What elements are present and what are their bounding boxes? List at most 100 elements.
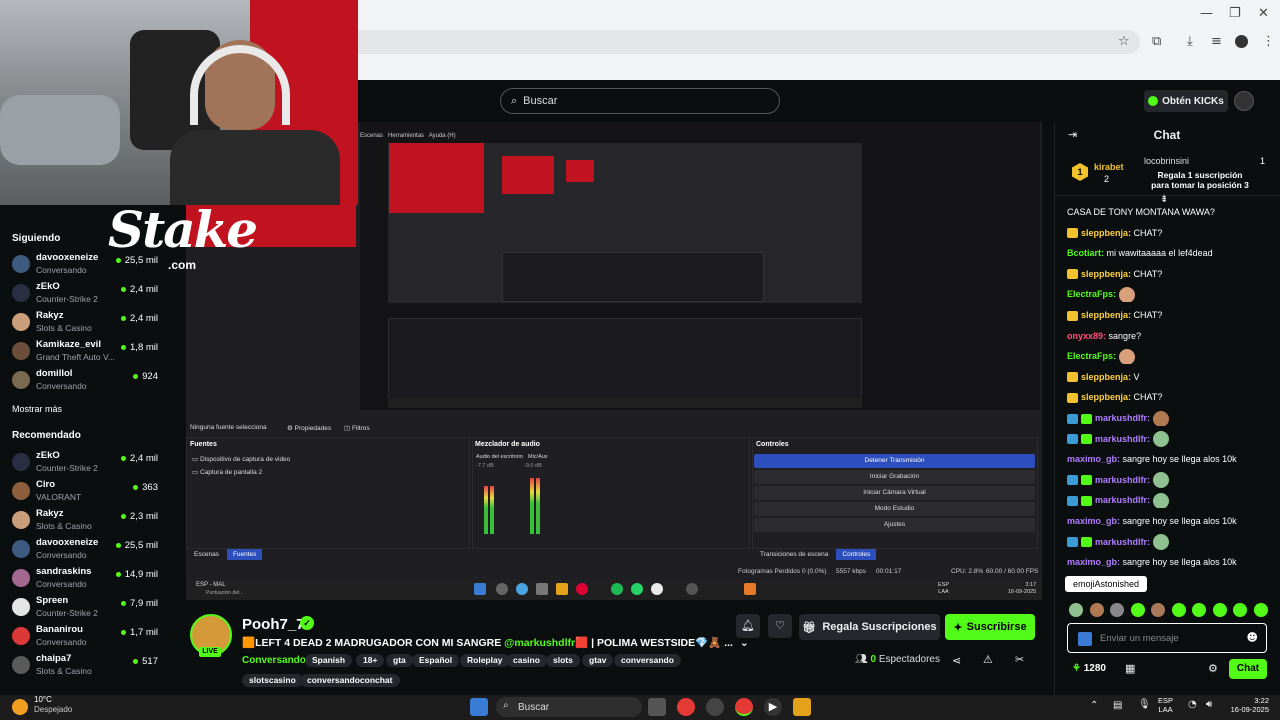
playlist-icon[interactable]: ≡: [1211, 34, 1222, 49]
gift-subs-button[interactable]: 🎁︎ Regala Suscripciones: [799, 614, 940, 640]
tab-transitions[interactable]: Transiciones de escena: [754, 549, 834, 560]
search-input[interactable]: ⌕ Buscar: [500, 88, 780, 114]
maximize-icon[interactable]: ❐: [1229, 6, 1241, 21]
get-kicks-button[interactable]: Obtén KICKs: [1144, 90, 1228, 112]
media-player-icon[interactable]: ▶: [764, 698, 782, 716]
emote-picker-icon[interactable]: [1192, 603, 1206, 617]
chrome-icon[interactable]: [677, 698, 695, 716]
mic-icon[interactable]: 🎙︎: [1138, 699, 1151, 710]
emote-picker-icon[interactable]: [1110, 603, 1124, 617]
chat-username[interactable]: sleppbenja:: [1081, 228, 1131, 238]
share-icon[interactable]: ⋖: [952, 654, 961, 667]
network-icon[interactable]: ▤: [1113, 700, 1122, 711]
windows-start-icon[interactable]: [470, 698, 488, 716]
chat-username[interactable]: onyxx89:: [1067, 331, 1106, 341]
download-icon[interactable]: ⤓: [1187, 34, 1193, 49]
studio-mode-button[interactable]: Modo Estudio: [754, 502, 1035, 516]
emote-picker-icon[interactable]: [1233, 603, 1247, 617]
tab-scenes[interactable]: Escenas: [188, 549, 225, 560]
properties-button[interactable]: ⚙ Propiedades: [287, 424, 331, 432]
emote-picker-icon[interactable]: [1130, 603, 1145, 617]
leader-user-1[interactable]: kirabet: [1094, 162, 1124, 172]
leader-cta[interactable]: Regala 1 suscripción para tomar la posic…: [1150, 170, 1250, 190]
emote-picker-icon[interactable]: [1212, 603, 1227, 617]
close-icon[interactable]: ✕: [1258, 6, 1269, 21]
tab-sources[interactable]: Fuentes: [226, 549, 263, 560]
chat-username[interactable]: sleppbenja:: [1081, 310, 1131, 320]
chat-username[interactable]: sleppbenja:: [1081, 269, 1131, 279]
store-icon[interactable]: ▦: [1125, 662, 1135, 675]
settings-button[interactable]: Ajustes: [754, 518, 1035, 532]
chrome-active-icon[interactable]: [735, 698, 753, 716]
chat-username[interactable]: maximo_gb:: [1067, 454, 1120, 464]
chat-username[interactable]: markushdlfr:: [1095, 495, 1150, 505]
sidebar-channel-item[interactable]: zEkO Counter-Strike 2 2,4 mil: [8, 449, 168, 477]
chat-username[interactable]: sleppbenja:: [1081, 372, 1131, 382]
folder-icon[interactable]: [793, 698, 811, 716]
sidebar-channel-item[interactable]: zEkO Counter-Strike 2 2,4 mil: [8, 280, 168, 308]
emote-picker-icon[interactable]: [1089, 603, 1104, 617]
chat-username[interactable]: markushdlfr:: [1095, 434, 1150, 444]
leader-user-2[interactable]: locobrinsini: [1144, 156, 1189, 166]
sidebar-channel-item[interactable]: davooxeneize Conversando 25,5 mil: [8, 536, 168, 564]
clip-icon[interactable]: ✂: [1015, 653, 1024, 666]
stream-tag[interactable]: gtav: [582, 654, 614, 667]
channel-name[interactable]: Pooh7_7: [242, 616, 305, 633]
channel-points[interactable]: ⚘ 1280: [1072, 663, 1106, 674]
stream-tag[interactable]: casino: [506, 654, 547, 667]
chat-username[interactable]: markushdlfr:: [1095, 475, 1150, 485]
stream-tag[interactable]: gta: [386, 654, 413, 667]
sidebar-channel-item[interactable]: domillol Conversando 924: [8, 367, 168, 395]
chat-username[interactable]: Bcotiart:: [1067, 248, 1104, 258]
obs-icon[interactable]: [706, 698, 724, 716]
sidebar-channel-item[interactable]: Ciro VALORANT 363: [8, 478, 168, 506]
chat-username[interactable]: ElectraFps:: [1067, 289, 1116, 299]
chat-username[interactable]: sleppbenja:: [1081, 392, 1131, 402]
taskbar-search[interactable]: ⌕ Buscar: [496, 697, 642, 717]
stream-tag[interactable]: Roleplay: [460, 654, 510, 667]
stream-tag[interactable]: Spanish: [305, 654, 353, 667]
emote-picker-icon[interactable]: [1069, 603, 1083, 617]
chat-username[interactable]: maximo_gb:: [1067, 516, 1120, 526]
stream-tag[interactable]: 18+: [356, 654, 385, 667]
stream-title-mention[interactable]: @markushdlfr: [504, 637, 575, 649]
volume-icon[interactable]: 🔊︎: [1206, 699, 1212, 710]
wifi-icon[interactable]: ◔: [1188, 699, 1197, 710]
stream-tag[interactable]: slotscasino: [242, 674, 303, 687]
chat-username[interactable]: markushdlfr:: [1095, 537, 1150, 547]
subscribe-button[interactable]: ✦ Suscribirse: [945, 614, 1035, 640]
star-icon[interactable]: ☆: [1118, 34, 1130, 49]
send-chat-button[interactable]: Chat: [1229, 659, 1267, 679]
tab-controls[interactable]: Controles: [836, 549, 877, 560]
stop-stream-button[interactable]: Detener Transmisión: [754, 454, 1035, 468]
stream-tag[interactable]: conversandoconchat: [300, 674, 400, 687]
stream-tag[interactable]: Español: [412, 654, 460, 667]
menu-icon[interactable]: ⋮: [1262, 34, 1275, 49]
virtual-camera-button[interactable]: Iniciar Cámara Virtual: [754, 486, 1035, 500]
sidebar-channel-item[interactable]: Bananirou Conversando 1,7 mil: [8, 623, 168, 651]
stream-tag[interactable]: slots: [546, 654, 580, 667]
chevron-down-icon[interactable]: ⌄: [740, 637, 749, 649]
stream-tag[interactable]: conversando: [614, 654, 681, 667]
emoji-icon[interactable]: ☻: [1247, 631, 1258, 644]
task-view-icon[interactable]: [648, 698, 666, 716]
emote-picker-icon[interactable]: [1171, 603, 1186, 617]
filters-button[interactable]: ◫ Filtros: [344, 424, 370, 432]
heart-icon[interactable]: ♡: [768, 614, 792, 638]
profile-icon[interactable]: [1235, 35, 1248, 48]
start-recording-button[interactable]: Iniciar Grabación: [754, 470, 1035, 484]
sidebar-channel-item[interactable]: Spreen Counter-Strike 2 7,9 mil: [8, 594, 168, 622]
report-icon[interactable]: ⚠: [983, 653, 993, 666]
sidebar-channel-item[interactable]: Rakyz Slots & Casino 2,3 mil: [8, 507, 168, 535]
sidebar-channel-item[interactable]: Kamikaze_evil Grand Theft Auto V... 1,8 mi…: [8, 338, 168, 366]
chat-username[interactable]: maximo_gb:: [1067, 557, 1120, 567]
show-more-link[interactable]: Mostrar más: [12, 404, 62, 414]
chat-username[interactable]: markushdlfr:: [1095, 413, 1150, 423]
stream-category[interactable]: Conversando: [242, 655, 306, 666]
chevron-up-icon[interactable]: ⌃: [1090, 700, 1098, 711]
gear-icon[interactable]: ⚙: [1208, 662, 1218, 675]
emote-picker-icon[interactable]: [1253, 603, 1268, 617]
emote-picker-icon[interactable]: [1151, 603, 1165, 617]
minimize-icon[interactable]: —: [1200, 6, 1213, 21]
sidebar-channel-item[interactable]: chaipa7 Slots & Casino 517: [8, 652, 168, 680]
